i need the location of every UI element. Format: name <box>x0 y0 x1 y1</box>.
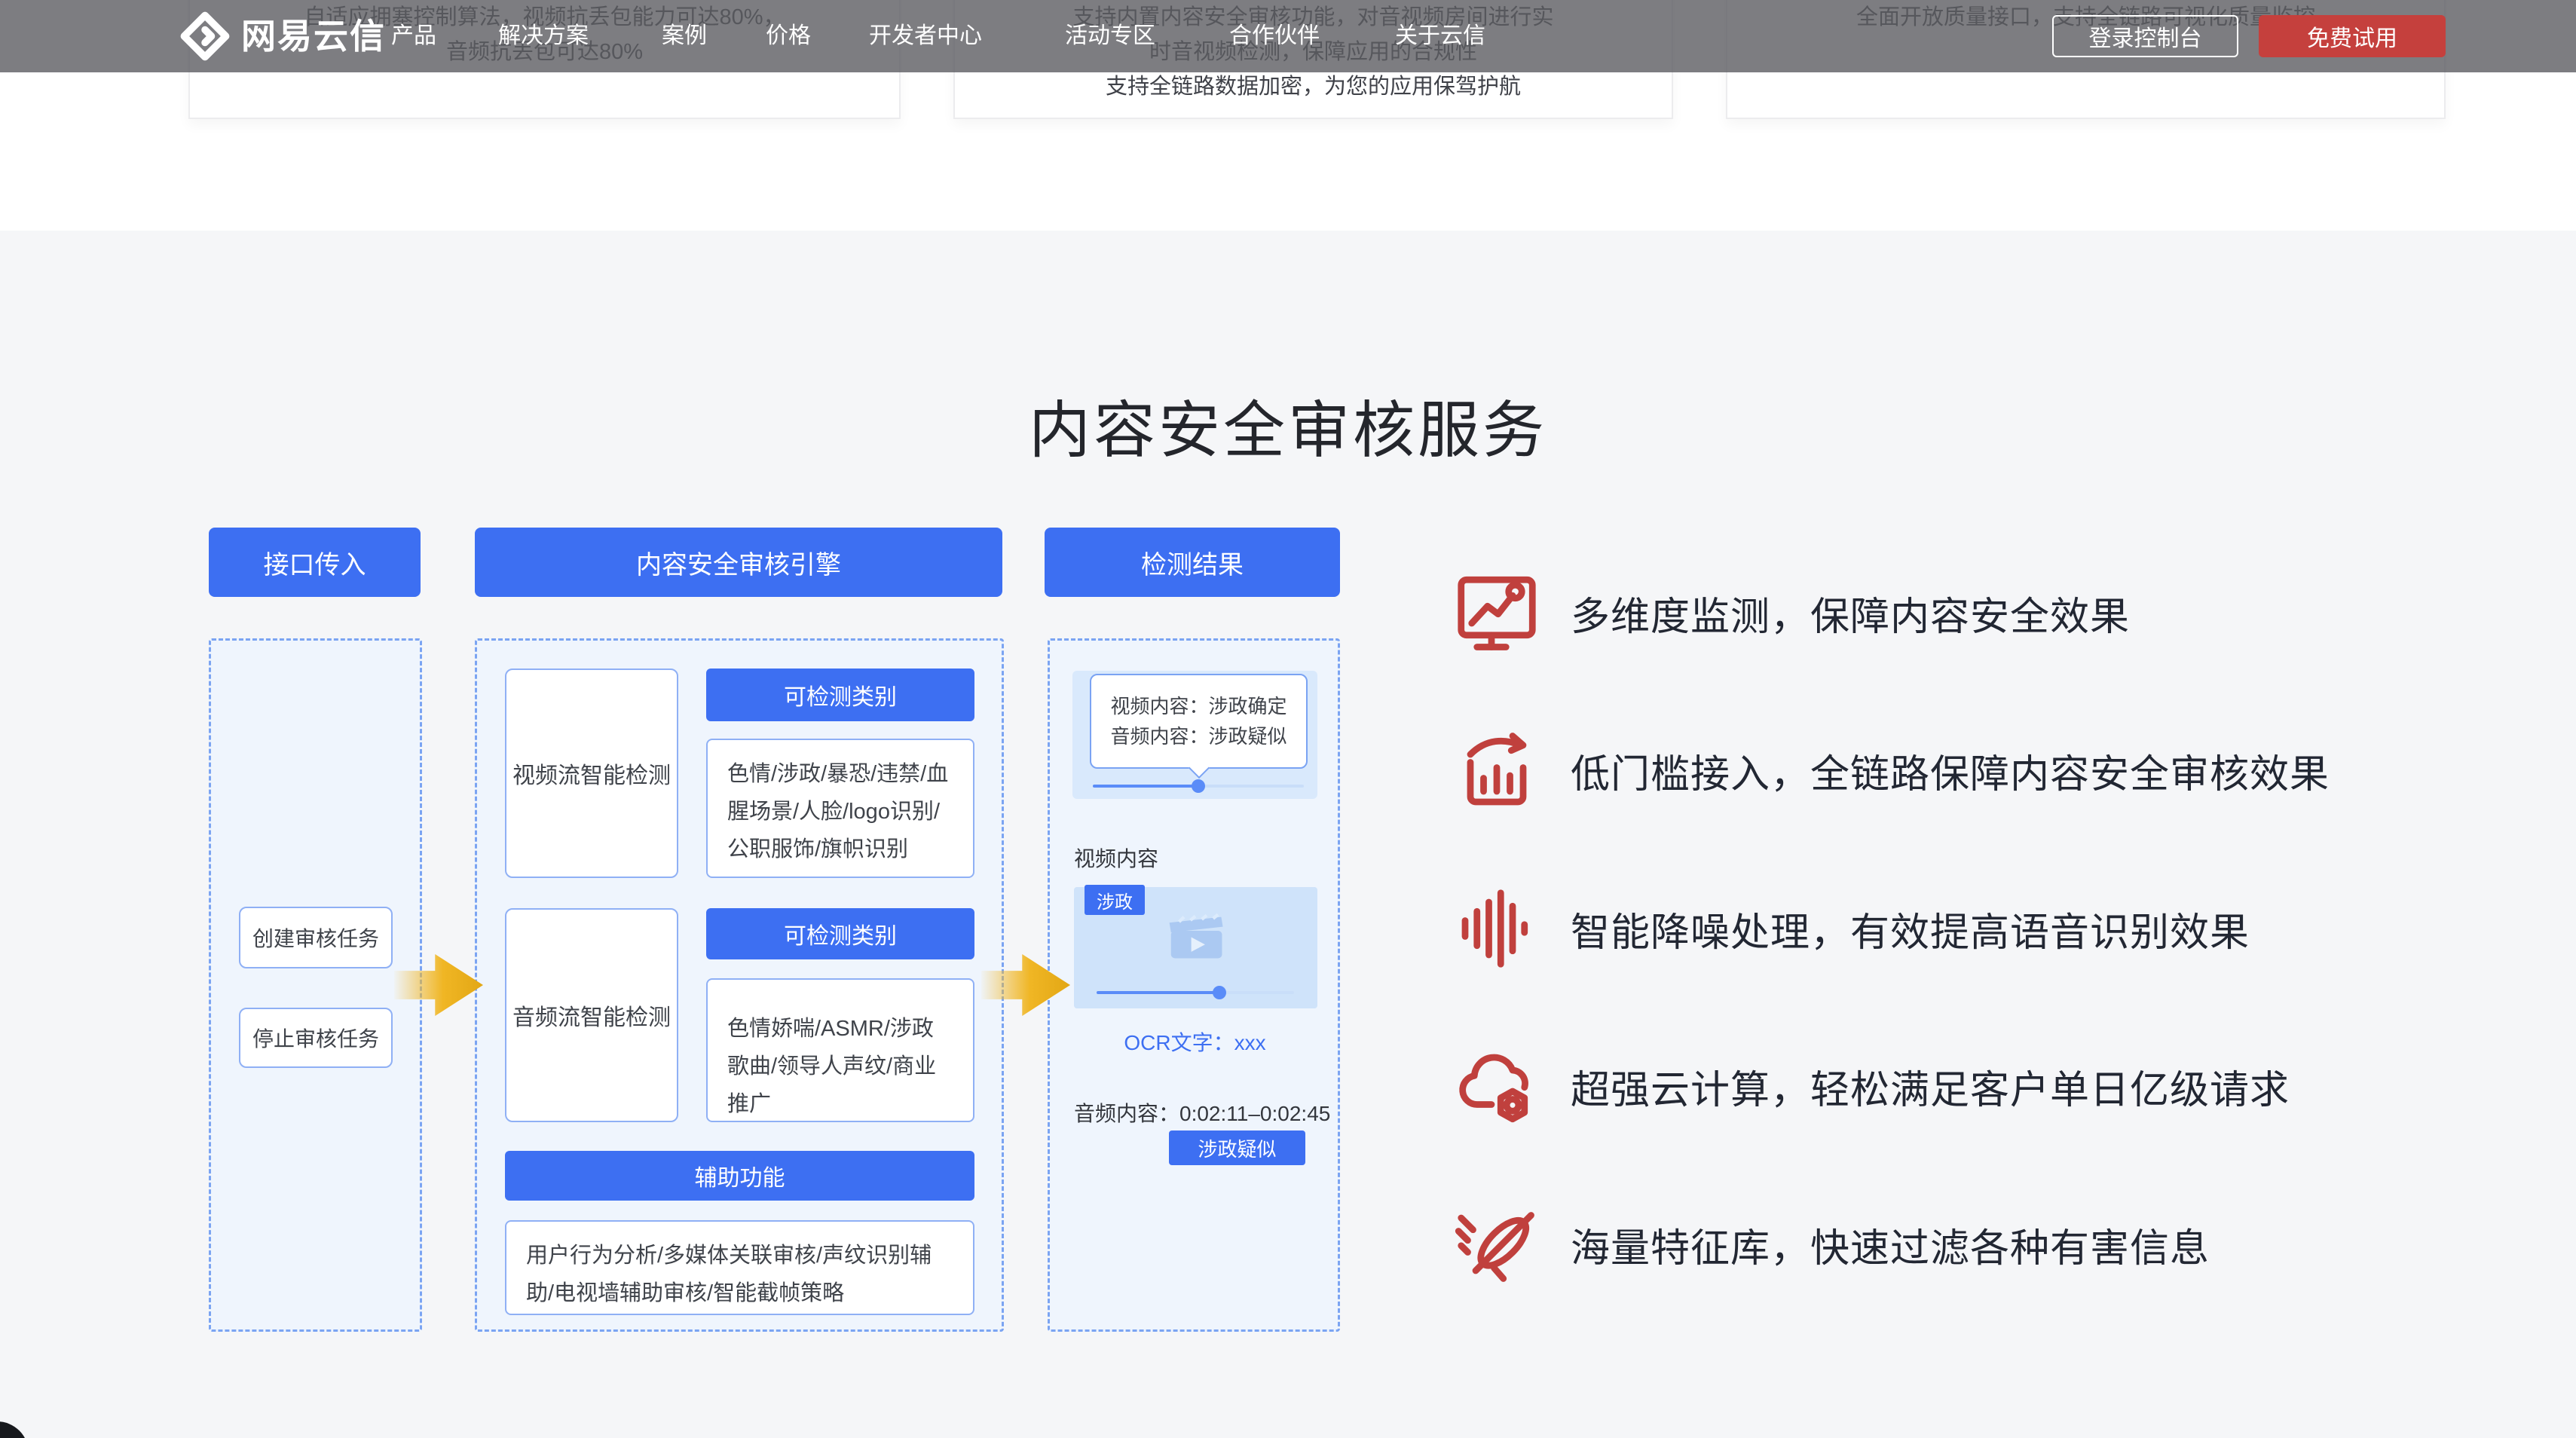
feature-text: 海量特征库，快速过滤各种有害信息 <box>1571 1216 2210 1273</box>
diagram-header-api-input: 接口传入 <box>209 528 421 597</box>
video-stream-box: 视频流智能检测 <box>505 669 678 878</box>
create-task-box: 创建审核任务 <box>239 907 393 968</box>
nav-item-products[interactable]: 产品 <box>391 0 436 72</box>
timeline-progress-bar[interactable] <box>1093 785 1304 788</box>
waveform-icon <box>1455 886 1539 971</box>
progress-dot[interactable] <box>1213 986 1226 999</box>
detectable-category-label-2: 可检测类别 <box>706 908 974 959</box>
audio-content-text: 音频内容：0:02:11–0:02:45 <box>1074 1097 1319 1127</box>
clapperboard-play-icon <box>1163 910 1228 962</box>
video-tag-badge: 涉政 <box>1085 885 1145 915</box>
cloud-gear-icon <box>1455 1044 1539 1128</box>
nav-item-solutions[interactable]: 解决方案 <box>498 0 589 72</box>
tooltip-video-line: 视频内容：涉政确定 <box>1110 691 1286 721</box>
result-tooltip: 视频内容：涉政确定 音频内容：涉政疑似 <box>1090 674 1308 769</box>
page: 自适应拥塞控制算法，视频抗丢包能力可达80%， 音频抗丢包可达80% 支持内置内… <box>0 0 2576 1438</box>
ocr-text: OCR文字：xxx <box>1072 1026 1317 1057</box>
detectable-category-text-1: 色情/涉政/暴恐/违禁/血腥场景/人脸/logo识别/公职服饰/旗帜识别 <box>706 739 974 878</box>
dashed-box-input <box>209 638 422 1332</box>
yunxin-logo-icon[interactable] <box>179 11 231 62</box>
login-console-button[interactable]: 登录控制台 <box>2052 15 2238 57</box>
audio-tag-badge: 涉政疑似 <box>1169 1131 1305 1165</box>
bar-chart-arrow-icon <box>1455 728 1539 812</box>
hero-card-2-line: 支持全链路数据加密，为您的应用保驾护航 <box>1106 69 1521 104</box>
top-navigation: 网易云信 产品 解决方案 案例 价格 开发者中心 活动专区 合作伙伴 关于云信 … <box>0 0 2576 72</box>
chart-monitor-icon <box>1455 571 1539 655</box>
free-trial-button[interactable]: 免费试用 <box>2259 15 2446 57</box>
feature-text: 超强云计算，轻松满足客户单日亿级请求 <box>1571 1058 2290 1115</box>
diagram-header-engine: 内容安全审核引擎 <box>475 528 1002 597</box>
feature-item: 多维度监测，保障内容安全效果 <box>1455 571 2130 655</box>
nav-item-devcenter[interactable]: 开发者中心 <box>869 0 982 72</box>
feature-item: 海量特征库，快速过滤各种有害信息 <box>1455 1202 2210 1287</box>
video-progress-bar[interactable] <box>1097 991 1294 994</box>
feature-item: 超强云计算，轻松满足客户单日亿级请求 <box>1455 1044 2290 1128</box>
diagram-header-result: 检测结果 <box>1045 528 1340 597</box>
nav-item-cases[interactable]: 案例 <box>662 0 707 72</box>
stop-task-box: 停止审核任务 <box>239 1008 393 1068</box>
feature-item: 智能降噪处理，有效提高语音识别效果 <box>1455 886 2250 971</box>
nav-item-pricing[interactable]: 价格 <box>766 0 811 72</box>
audio-stream-box: 音频流智能检测 <box>505 908 678 1122</box>
feature-text: 智能降噪处理，有效提高语音识别效果 <box>1571 901 2250 957</box>
progress-dot[interactable] <box>1192 779 1205 793</box>
feature-text: 多维度监测，保障内容安全效果 <box>1571 585 2130 641</box>
detectable-category-text-2: 色情娇喘/ASMR/涉政歌曲/领导人声纹/商业推广 <box>706 978 974 1122</box>
tooltip-audio-line: 音频内容：涉政疑似 <box>1110 721 1286 751</box>
section-title: 内容安全审核服务 <box>0 380 2576 470</box>
feature-text: 低门槛接入，全链路保障内容安全审核效果 <box>1571 742 2330 799</box>
nav-item-about[interactable]: 关于云信 <box>1395 0 1485 72</box>
logo-text[interactable]: 网易云信 <box>241 0 386 72</box>
rocket-icon <box>1455 1202 1539 1287</box>
nav-item-partners[interactable]: 合作伙伴 <box>1229 0 1320 72</box>
feature-item: 低门槛接入，全链路保障内容安全审核效果 <box>1455 728 2330 812</box>
aux-function-text: 用户行为分析/多媒体关联审核/声纹识别辅助/电视墙辅助审核/智能截帧策略 <box>505 1220 974 1315</box>
detectable-category-label-1: 可检测类别 <box>706 669 974 721</box>
video-content-label: 视频内容 <box>1074 843 1158 873</box>
aux-function-label: 辅助功能 <box>505 1151 974 1201</box>
nav-item-events[interactable]: 活动专区 <box>1065 0 1155 72</box>
